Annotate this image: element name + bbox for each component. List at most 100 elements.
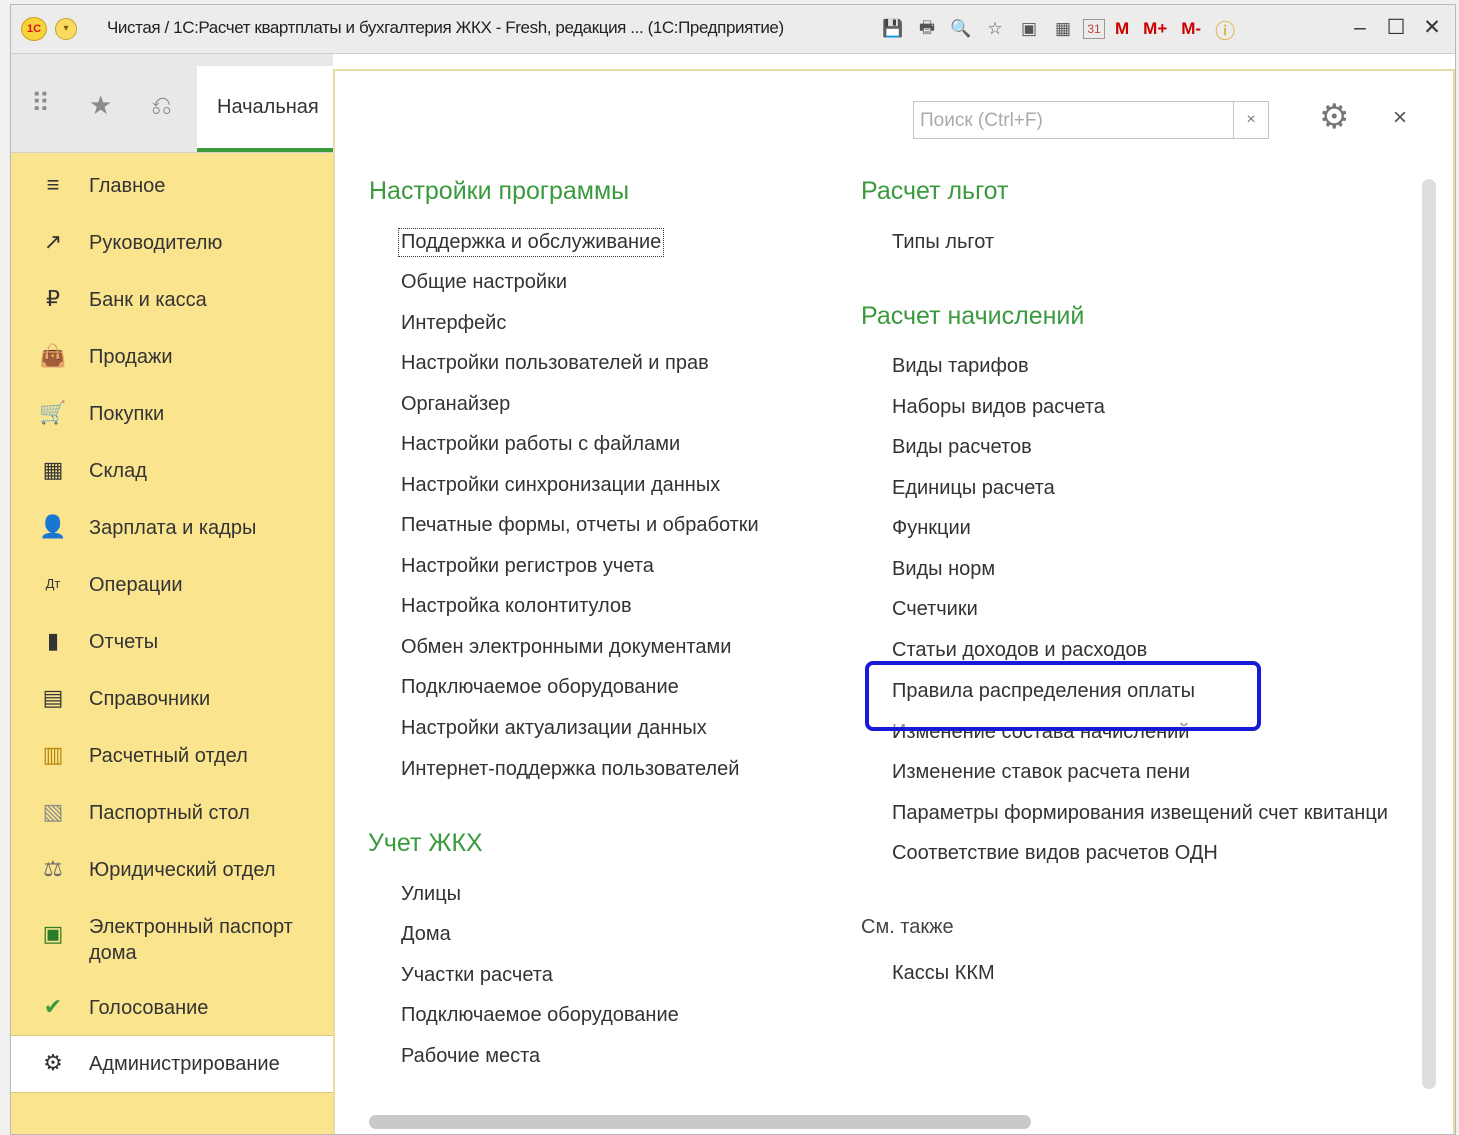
sidebar-item-label: Операции xyxy=(89,574,183,596)
billing-icon: ▥ xyxy=(42,742,64,767)
app-logo-icon[interactable]: 1С xyxy=(21,17,47,41)
link-support[interactable]: Поддержка и обслуживание xyxy=(397,228,665,257)
link-online-support[interactable]: Интернет-поддержка пользователей xyxy=(401,758,739,781)
sidebar-item-voting[interactable]: ✔ Голосование xyxy=(11,983,333,1033)
history-icon[interactable]: ⎌ xyxy=(151,90,172,122)
save-icon[interactable]: 💾 xyxy=(879,16,907,42)
sidebar-item-sales[interactable]: 👜 Продажи xyxy=(11,332,333,382)
link-registers[interactable]: Настройки регистров учета xyxy=(401,555,654,578)
warehouse-icon: ▦ xyxy=(42,457,64,482)
link-houses[interactable]: Дома xyxy=(401,923,451,946)
panel-close-button[interactable]: × xyxy=(1393,104,1407,132)
sidebar-item-main[interactable]: ≡ Главное xyxy=(11,161,333,211)
link-edi[interactable]: Обмен электронными документами xyxy=(401,636,731,659)
vertical-scrollbar[interactable] xyxy=(1422,179,1436,1089)
info-icon[interactable]: ⓘ xyxy=(1211,16,1239,43)
search-clear-button[interactable]: × xyxy=(1233,102,1268,138)
link-calc-types[interactable]: Виды расчетов xyxy=(892,436,1032,459)
link-equipment[interactable]: Подключаемое оборудование xyxy=(401,676,679,699)
sidebar-item-reports[interactable]: ▮ Отчеты xyxy=(11,617,333,667)
section-title-housing: Учет ЖКХ xyxy=(368,829,483,857)
link-files-settings[interactable]: Настройки работы с файлами xyxy=(401,433,680,456)
sidebar-item-label: Покупки xyxy=(89,403,165,425)
search-input[interactable] xyxy=(918,105,1262,137)
horizontal-scrollbar[interactable] xyxy=(369,1115,1031,1129)
link-headers-footers[interactable]: Настройка колонтитулов xyxy=(401,595,632,618)
link-print-forms[interactable]: Печатные формы, отчеты и обработки xyxy=(401,514,759,537)
sidebar-item-legal[interactable]: ⚖ Юридический отдел xyxy=(11,845,333,895)
close-window-button[interactable]: ✕ xyxy=(1417,15,1447,41)
link-streets[interactable]: Улицы xyxy=(401,883,461,906)
person-icon: 👤 xyxy=(39,514,67,539)
shopping-bag-icon: 👜 xyxy=(39,343,67,368)
link-calc-units[interactable]: Единицы расчета xyxy=(892,477,1055,500)
link-calc-areas[interactable]: Участки расчета xyxy=(401,964,553,987)
add-favorite-icon[interactable]: ☆ xyxy=(981,16,1009,42)
sidebar-item-label: Руководителю xyxy=(89,232,223,254)
link-norm-types[interactable]: Виды норм xyxy=(892,558,995,581)
minimize-button[interactable]: – xyxy=(1345,15,1375,41)
sidebar-item-label-line2: дома xyxy=(89,942,137,964)
sidebar-item-bank[interactable]: ₽ Банк и касса xyxy=(11,275,333,325)
debit-credit-icon: Дт xyxy=(45,576,61,591)
sidebar-item-passport[interactable]: ▧ Паспортный стол xyxy=(11,788,333,838)
apps-grid-icon[interactable]: ⠿ xyxy=(31,88,50,119)
sidebar-item-label: Склад xyxy=(89,460,147,482)
panel-settings-gear-icon[interactable]: ⚙ xyxy=(1319,97,1349,137)
sidebar: ≡ Главное ↗ Руководителю ₽ Банк и касса … xyxy=(11,153,333,1134)
sidebar-item-catalogs[interactable]: ▤ Справочники xyxy=(11,674,333,724)
link-meters[interactable]: Счетчики xyxy=(892,598,978,621)
link-penalty-rates[interactable]: Изменение ставок расчета пени xyxy=(892,761,1190,784)
sidebar-item-warehouse[interactable]: ▦ Склад xyxy=(11,446,333,496)
sidebar-item-label: Расчетный отдел xyxy=(89,745,248,767)
link-cash-registers[interactable]: Кассы ККМ xyxy=(892,962,995,985)
link-interface[interactable]: Интерфейс xyxy=(401,312,506,335)
catalog-book-icon: ▤ xyxy=(42,685,64,710)
main-menu-icon[interactable]: ▾ xyxy=(55,18,77,40)
sidebar-item-administration[interactable]: ⚙ Администрирование xyxy=(11,1035,333,1093)
calculator-icon[interactable]: ▦ xyxy=(1049,16,1077,42)
memory-plus-button[interactable]: M+ xyxy=(1139,16,1171,42)
link-organizer[interactable]: Органайзер xyxy=(401,393,510,416)
link-calc-sets[interactable]: Наборы видов расчета xyxy=(892,396,1105,419)
tab-home[interactable]: Начальная xyxy=(197,66,333,152)
calendar-icon[interactable]: 31 xyxy=(1083,19,1105,39)
maximize-button[interactable]: ☐ xyxy=(1381,15,1411,41)
administration-panel: × ⚙ × Настройки программы Поддержка и об… xyxy=(333,69,1455,1134)
link-housing-equipment[interactable]: Подключаемое оборудование xyxy=(401,1004,679,1027)
bookmark-icon[interactable]: ▣ xyxy=(1015,16,1043,42)
sidebar-item-manager[interactable]: ↗ Руководителю xyxy=(11,218,333,268)
sidebar-item-payroll[interactable]: 👤 Зарплата и кадры xyxy=(11,503,333,553)
link-workplaces[interactable]: Рабочие места xyxy=(401,1045,540,1068)
print-icon[interactable]: 🖶 xyxy=(913,16,941,42)
legal-person-icon: ⚖ xyxy=(43,856,63,881)
memory-minus-button[interactable]: M- xyxy=(1177,16,1205,42)
search-box: × xyxy=(913,101,1269,139)
link-functions[interactable]: Функции xyxy=(892,517,971,540)
link-notice-params[interactable]: Параметры формирования извещений счет кв… xyxy=(892,802,1388,825)
link-payment-distribution-rules[interactable]: Правила распределения оплаты xyxy=(892,680,1195,703)
section-title-see-also: См. также xyxy=(861,916,954,938)
link-data-sync[interactable]: Настройки синхронизации данных xyxy=(401,474,720,497)
link-benefit-types[interactable]: Типы льгот xyxy=(892,231,994,254)
link-tariff-types[interactable]: Виды тарифов xyxy=(892,355,1029,378)
sidebar-item-label: Отчеты xyxy=(89,631,159,653)
link-users-rights[interactable]: Настройки пользователей и прав xyxy=(401,352,709,375)
sidebar-item-operations[interactable]: Дт Операции xyxy=(11,560,333,610)
sidebar-item-billing[interactable]: ▥ Расчетный отдел xyxy=(11,731,333,781)
link-income-expense[interactable]: Статьи доходов и расходов xyxy=(892,639,1147,662)
link-general-settings[interactable]: Общие настройки xyxy=(401,271,567,294)
xml-document-icon: ▣ xyxy=(42,921,64,946)
sidebar-item-label: Юридический отдел xyxy=(89,859,276,881)
favorites-star-icon[interactable]: ★ xyxy=(89,90,112,121)
gear-icon: ⚙ xyxy=(43,1050,63,1075)
link-data-update[interactable]: Настройки актуализации данных xyxy=(401,717,707,740)
check-icon: ✔ xyxy=(43,994,63,1019)
menu-lines-icon: ≡ xyxy=(46,172,60,197)
sidebar-item-label: Главное xyxy=(89,175,166,197)
print-preview-icon[interactable]: 🔍 xyxy=(947,16,975,42)
sidebar-item-purchases[interactable]: 🛒 Покупки xyxy=(11,389,333,439)
sidebar-item-e-passport[interactable]: ▣ Электронный паспорт дома xyxy=(11,902,333,968)
memory-button[interactable]: M xyxy=(1111,16,1133,42)
link-odn-mapping[interactable]: Соответствие видов расчетов ОДН xyxy=(892,842,1218,865)
